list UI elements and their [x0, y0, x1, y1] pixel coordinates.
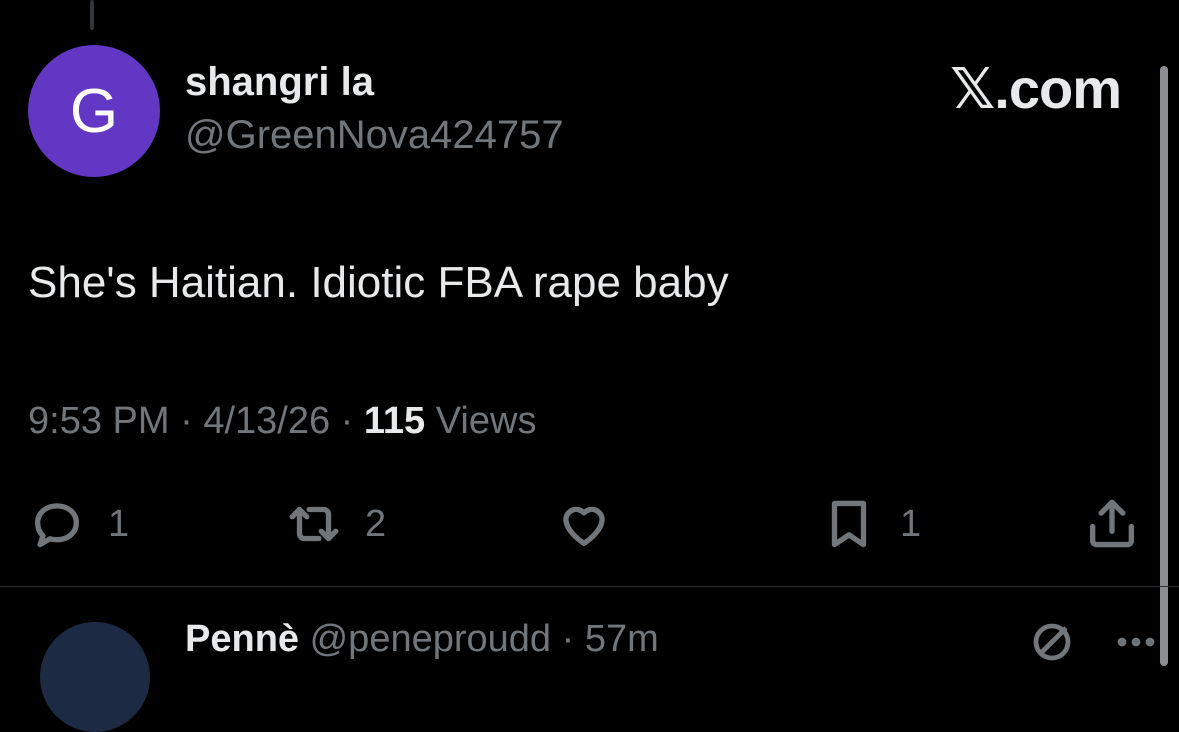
avatar[interactable]: G	[28, 45, 160, 177]
reply-toolbar	[1028, 618, 1160, 666]
x-brand-logo: 𝕏.com	[950, 57, 1122, 120]
meta-separator: ·	[180, 400, 193, 442]
grok-icon[interactable]	[1028, 618, 1076, 666]
share-button[interactable]	[1083, 495, 1163, 553]
divider	[0, 586, 1179, 587]
tweet-meta: 9:53 PM · 4/13/26 · 115 Views	[28, 400, 536, 443]
display-name[interactable]: shangri la	[185, 60, 374, 105]
bookmark-icon	[831, 500, 867, 548]
thread-connector-line	[90, 0, 94, 30]
share-icon	[1090, 499, 1134, 548]
repost-button[interactable]: 2	[285, 495, 386, 553]
views-label[interactable]: Views	[436, 400, 537, 442]
reply-avatar[interactable]	[40, 622, 150, 732]
repost-count: 2	[365, 502, 387, 545]
tweet-text: She's Haitian. Idiotic FBA rape baby	[28, 258, 729, 307]
repost-icon	[289, 506, 339, 542]
scrollbar[interactable]	[1160, 66, 1168, 666]
reply-button[interactable]: 1	[28, 495, 129, 553]
meta-separator: ·	[340, 400, 354, 442]
heart-icon	[563, 506, 605, 546]
bookmark-count: 1	[900, 502, 922, 545]
reply-count: 1	[108, 502, 130, 545]
views-count[interactable]: 115	[364, 400, 425, 442]
reply-header: Pennè @peneproudd · 57m	[185, 618, 659, 661]
like-button[interactable]	[555, 495, 635, 553]
more-options-icon[interactable]	[1112, 618, 1160, 666]
avatar-letter: G	[69, 76, 119, 146]
reply-icon	[35, 503, 79, 548]
tweet-time[interactable]: 9:53 PM	[28, 400, 170, 442]
reply-display-name[interactable]: Pennè	[185, 618, 299, 660]
user-handle[interactable]: @GreenNova424757	[185, 113, 564, 158]
tweet-date[interactable]: 4/13/26	[203, 400, 330, 442]
reply-handle[interactable]: @peneproudd	[310, 618, 551, 660]
reply-time[interactable]: 57m	[585, 618, 659, 660]
bookmark-button[interactable]: 1	[820, 495, 921, 553]
action-bar: 1 2 1	[0, 495, 1179, 555]
reply-separator: ·	[561, 618, 575, 660]
